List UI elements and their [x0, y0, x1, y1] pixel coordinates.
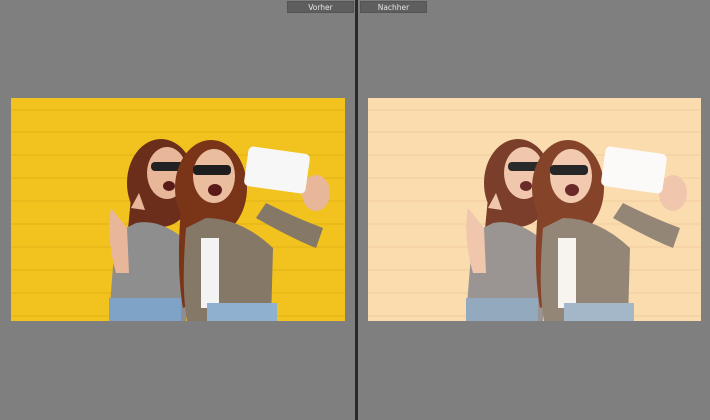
after-pane: Nachher	[358, 0, 710, 420]
before-pane: Vorher	[0, 0, 355, 420]
after-photo	[368, 98, 701, 321]
before-label: Vorher	[287, 1, 354, 13]
before-photo	[11, 98, 345, 321]
after-label: Nachher	[360, 1, 427, 13]
